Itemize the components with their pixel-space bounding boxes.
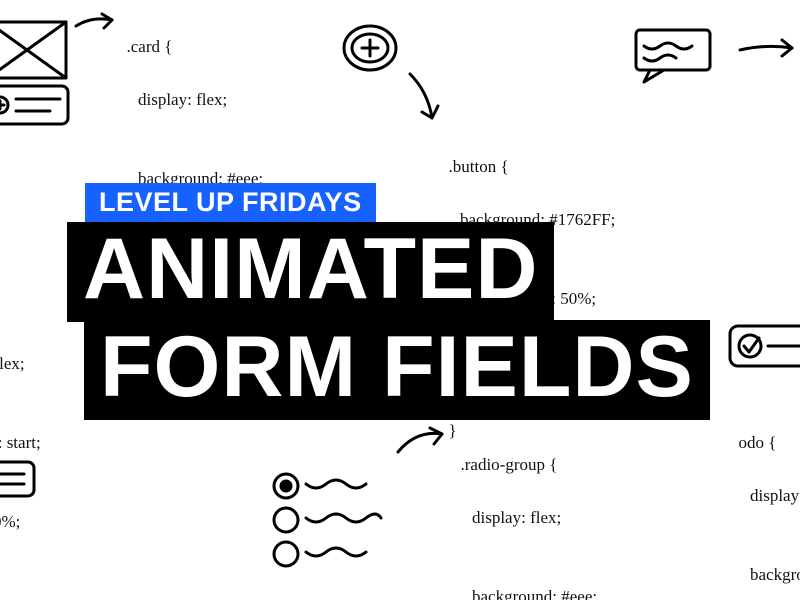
code-selector: .button { — [449, 157, 509, 176]
code-line: display: flex; — [118, 87, 295, 113]
code-line: 100%; — [0, 509, 41, 535]
thumbnail-graphic: { "eyebrow": "LEVEL UP FRIDAYS", "title_… — [0, 0, 800, 600]
code-line: background: #eee; — [452, 584, 629, 600]
code-selector: .radio-group { — [461, 455, 558, 474]
arrow-icon — [402, 68, 452, 132]
code-snippet-todo: odo { display: fle backgroun width: 100 … — [730, 404, 800, 600]
headline-line-1: ANIMATED — [67, 222, 554, 322]
plus-circle-sketch — [336, 18, 406, 78]
code-line: display: fle — [730, 483, 800, 509]
code-snippet-partial-left: y: flex; ign: start; 100%; — [0, 298, 41, 561]
code-line: y: flex; — [0, 351, 41, 377]
chat-bubble-sketch — [630, 24, 730, 96]
series-eyebrow: LEVEL UP FRIDAYS — [85, 183, 376, 224]
code-selector: .card { — [127, 37, 173, 56]
checkbox-sketch — [726, 318, 800, 378]
headline-line-2: FORM FIELDS — [84, 320, 710, 420]
radio-list-sketch — [268, 468, 408, 578]
arrow-icon — [72, 6, 122, 34]
code-line: display: flex; — [452, 505, 629, 531]
code-selector: odo { — [739, 433, 777, 452]
card-sketch — [0, 16, 92, 136]
code-snippet-radio: .radio-group { display: flex; background… — [452, 426, 629, 600]
code-line: ign: start; — [0, 430, 41, 456]
code-line: backgroun — [730, 562, 800, 588]
arrow-icon — [738, 34, 800, 64]
